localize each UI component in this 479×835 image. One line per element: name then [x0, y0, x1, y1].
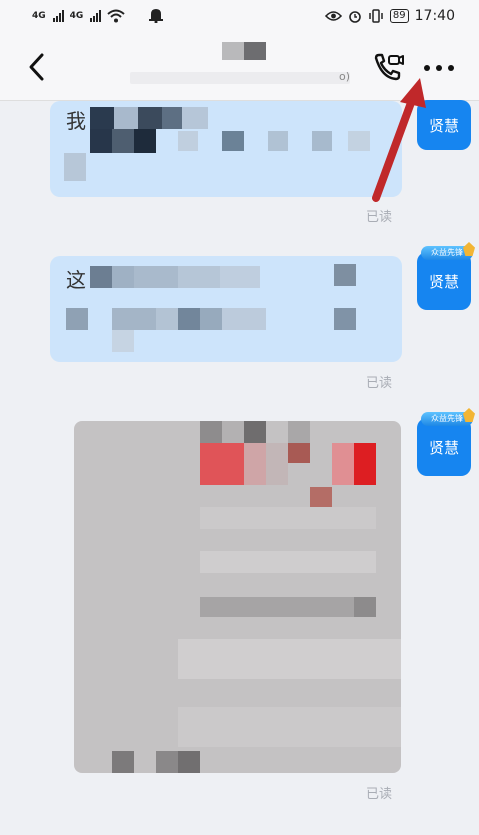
- eye-icon: [324, 11, 342, 21]
- contact-name-blurred: [222, 42, 266, 60]
- avatar-name: 贤慧: [428, 116, 459, 135]
- status-right: 89 17:40: [324, 8, 455, 24]
- status-bar: 4G 4G 89 17:40: [0, 0, 479, 36]
- message-bubble-1[interactable]: 我: [50, 101, 402, 197]
- message-bubble-2[interactable]: 这: [50, 256, 402, 362]
- more-dot: [424, 65, 430, 71]
- message-text-fragment: 我: [66, 109, 86, 133]
- image-message-blurred[interactable]: [74, 421, 401, 773]
- status-left: 4G 4G: [32, 8, 164, 23]
- read-status-1: 已读: [366, 210, 393, 225]
- avatar-name: 贤慧: [428, 272, 459, 291]
- sender-avatar-1[interactable]: 贤慧: [417, 100, 471, 150]
- contact-status-blurred: o): [130, 70, 350, 84]
- more-dot: [436, 65, 442, 71]
- read-status-3: 已读: [366, 787, 393, 802]
- notification-bell-icon: [149, 9, 164, 23]
- wifi-icon: [107, 9, 125, 22]
- chat-header: o): [0, 36, 479, 101]
- network-type-2: 4G: [69, 10, 84, 21]
- back-chevron-icon[interactable]: [22, 50, 52, 84]
- avatar-name: 贤慧: [428, 438, 459, 457]
- alarm-icon: [349, 11, 361, 23]
- signal-icon: [90, 9, 102, 22]
- more-options-button[interactable]: [424, 58, 460, 78]
- phone-call-icon[interactable]: [370, 50, 406, 86]
- battery-level: 89: [389, 9, 409, 23]
- sender-avatar-2[interactable]: 众益先锋 贤慧: [417, 242, 475, 310]
- read-status-2: 已读: [366, 376, 393, 391]
- sender-avatar-3[interactable]: 众益先锋 贤慧: [417, 408, 475, 476]
- signal-icon: [52, 9, 64, 22]
- message-text-fragment: 这: [66, 268, 86, 292]
- vibrate-icon: [369, 9, 383, 23]
- clock-time: 17:40: [414, 8, 455, 24]
- subtitle-suffix: o): [338, 70, 350, 83]
- network-type-1: 4G: [32, 10, 46, 21]
- more-dot: [448, 65, 454, 71]
